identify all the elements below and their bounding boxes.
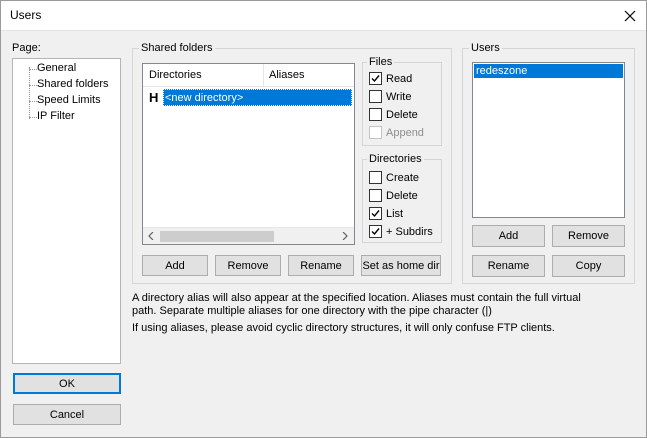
chevron-left-icon	[148, 232, 154, 240]
files-append-label: Append	[386, 126, 424, 139]
chevron-right-icon	[342, 232, 348, 240]
files-write-checkbox[interactable]: Write	[369, 90, 411, 103]
checkmark-icon	[371, 228, 380, 236]
scroll-right-button[interactable]	[339, 230, 351, 242]
directory-cell: <new directory>	[165, 92, 244, 104]
dirs-delete-label: Delete	[386, 189, 418, 202]
checkbox-box	[369, 171, 382, 184]
dirs-delete-checkbox[interactable]: Delete	[369, 189, 418, 202]
list-item[interactable]: redeszone	[474, 64, 623, 78]
files-read-label: Read	[386, 72, 413, 85]
files-delete-checkbox[interactable]: Delete	[369, 108, 418, 121]
files-read-checkbox[interactable]: Read	[369, 72, 412, 85]
users-list[interactable]: redeszone	[472, 62, 625, 218]
horizontal-scrollbar[interactable]	[143, 227, 354, 244]
column-header-aliases[interactable]: Aliases	[265, 64, 354, 86]
checkbox-box	[369, 72, 382, 85]
home-dir-flag: H	[149, 90, 159, 105]
table-row[interactable]: H <new directory>	[143, 89, 354, 106]
directories-list[interactable]: Directories Aliases H <new directory>	[142, 63, 355, 245]
cancel-button[interactable]: Cancel	[13, 404, 121, 425]
info-text-line-1: A directory alias will also appear at th…	[132, 292, 581, 304]
checkbox-box	[369, 189, 382, 202]
shared-folders-group-label: Shared folders	[139, 42, 215, 54]
tree-connector	[29, 67, 30, 119]
close-button[interactable]	[613, 0, 647, 31]
files-group-label: Files	[367, 56, 395, 68]
ok-button[interactable]: OK	[13, 373, 121, 394]
tree-item-speed-limits[interactable]: Speed Limits	[37, 94, 101, 106]
checkmark-icon	[371, 210, 380, 218]
remove-directory-button[interactable]: Remove	[215, 255, 281, 276]
files-delete-label: Delete	[386, 108, 418, 121]
info-text-line-2: path. Separate multiple aliases for one …	[132, 305, 492, 317]
info-text-line-3: If using aliases, please avoid cyclic di…	[132, 322, 555, 334]
remove-user-button[interactable]: Remove	[552, 225, 625, 247]
checkbox-box	[369, 90, 382, 103]
column-header-directories-label: Directories	[149, 69, 202, 81]
copy-user-button[interactable]: Copy	[552, 255, 625, 277]
tree-item-shared-folders[interactable]: Shared folders	[37, 78, 109, 90]
checkbox-box	[369, 207, 382, 220]
tree-connector	[29, 101, 37, 102]
scroll-left-button[interactable]	[145, 230, 157, 242]
add-user-button[interactable]: Add	[472, 225, 545, 247]
tree-connector	[29, 117, 37, 118]
close-icon	[624, 10, 636, 21]
dirs-list-label: List	[386, 207, 404, 220]
dirs-create-checkbox[interactable]: Create	[369, 171, 419, 184]
page-tree[interactable]: General Shared folders Speed Limits IP F…	[12, 58, 121, 364]
column-header-aliases-label: Aliases	[269, 69, 305, 81]
dirs-subdirs-checkbox[interactable]: + Subdirs	[369, 225, 433, 238]
directories-group-label: Directories	[367, 153, 424, 165]
add-directory-button[interactable]: Add	[142, 255, 208, 276]
tree-item-ip-filter[interactable]: IP Filter	[37, 110, 75, 122]
dirs-create-label: Create	[386, 171, 420, 184]
users-group-label: Users	[469, 42, 502, 54]
checkbox-box	[369, 126, 382, 139]
checkmark-icon	[371, 75, 380, 83]
checkbox-box	[369, 108, 382, 121]
set-home-dir-button[interactable]: Set as home dir	[361, 255, 441, 276]
files-append-checkbox: Append	[369, 126, 424, 139]
rename-user-button[interactable]: Rename	[472, 255, 545, 277]
checkbox-box	[369, 225, 382, 238]
files-write-label: Write	[386, 90, 412, 103]
user-name: redeszone	[476, 65, 528, 77]
tree-connector	[29, 69, 37, 70]
dirs-subdirs-label: + Subdirs	[386, 225, 433, 238]
scroll-thumb[interactable]	[160, 231, 274, 242]
tree-connector	[29, 85, 37, 86]
tree-item-general[interactable]: General	[37, 62, 76, 74]
dirs-list-checkbox[interactable]: List	[369, 207, 403, 220]
list-header: Directories Aliases	[143, 64, 354, 87]
page-label: Page:	[12, 42, 41, 54]
window-title: Users	[10, 8, 42, 22]
title-bar: Users	[0, 0, 647, 31]
rename-directory-button[interactable]: Rename	[288, 255, 354, 276]
column-header-directories[interactable]: Directories	[143, 64, 264, 86]
selected-row-highlight: <new directory>	[163, 89, 352, 106]
